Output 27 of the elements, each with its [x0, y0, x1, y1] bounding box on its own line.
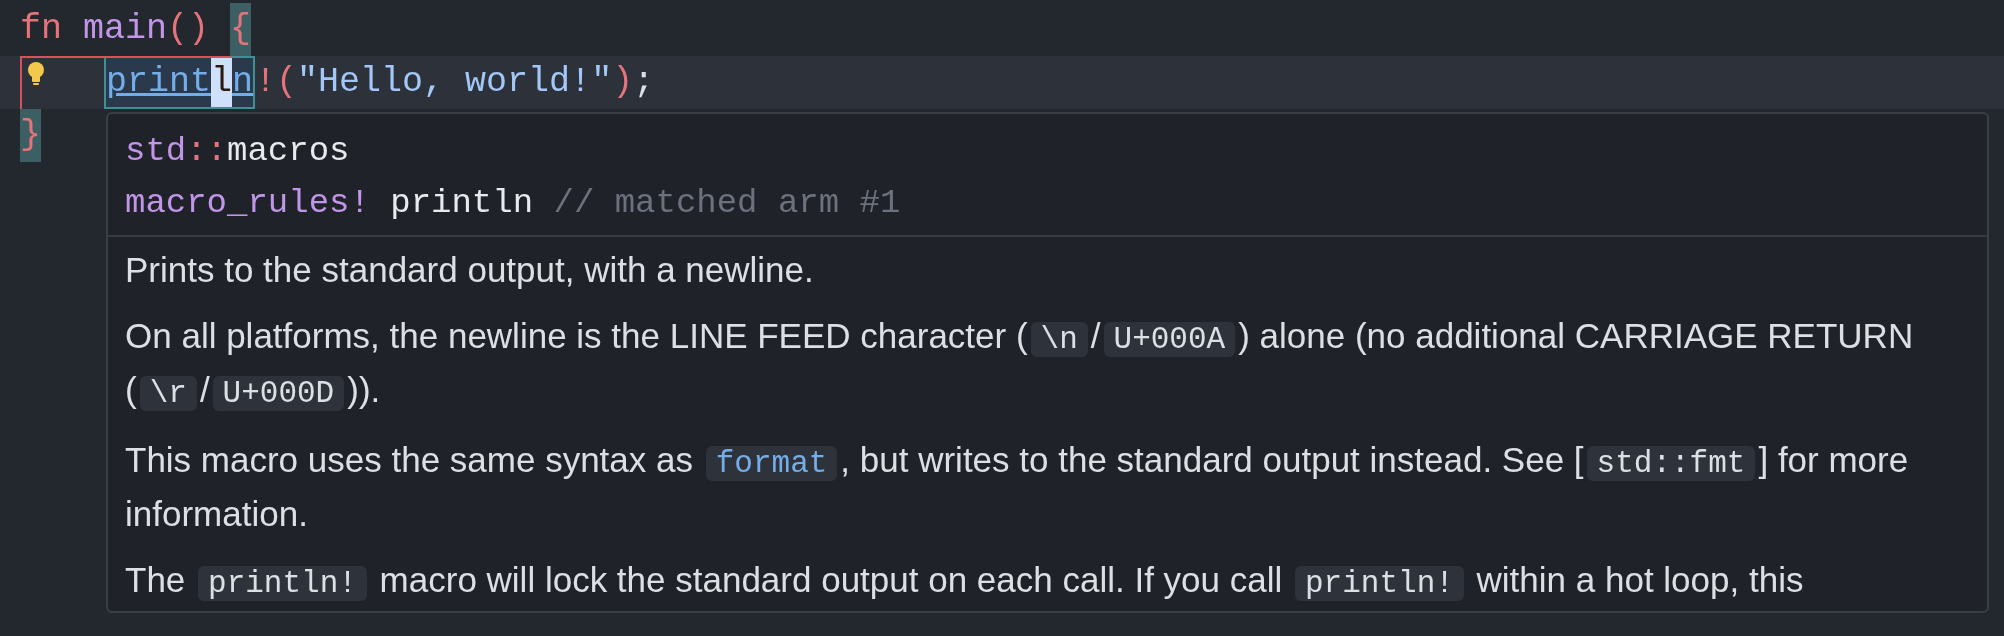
inline-code: println! — [198, 566, 367, 601]
inline-code: U+000D — [212, 376, 345, 411]
inline-code: println! — [1295, 566, 1464, 601]
code-token: "Hello, world!" — [297, 61, 613, 104]
doc-paragraph: This macro uses the same syntax as format , but writes to the standard output instead. See [ std::fmt ] for more information. — [125, 439, 1910, 535]
code-link[interactable]: format — [705, 446, 838, 481]
text-cursor: l — [211, 58, 233, 107]
doc-paragraph: The println! macro will lock the standard output on each call. If you call println! within a hot loop, this — [125, 559, 1805, 603]
doc-paragraph: On all platforms, the newline is the LINE FEED character ( \n / U+000A ) alone (no additional CARRIAGE RETURN ( \r / U+000D )). — [125, 315, 1915, 413]
code-token: n — [232, 61, 254, 104]
code-token: print — [106, 61, 212, 104]
code-token: ) — [612, 61, 634, 104]
signature-line: std::macros — [125, 131, 351, 172]
code-token: main — [83, 8, 168, 51]
matched-bracket: { — [230, 3, 252, 56]
code-token: fn — [20, 8, 63, 51]
signature-line: macro_rules! println // matched arm #1 — [125, 183, 902, 224]
doc-paragraph: Prints to the standard output, with a newline. — [125, 249, 815, 291]
inline-code: U+000A — [1103, 322, 1236, 357]
inline-code: \r — [139, 376, 197, 411]
code-token: ; — [633, 61, 655, 104]
code-token: () — [167, 8, 211, 51]
inline-code: \n — [1030, 322, 1088, 357]
matched-bracket: } — [20, 109, 41, 162]
inline-code: std::fmt — [1586, 446, 1756, 481]
lightbulb-icon[interactable] — [26, 62, 46, 86]
code-token: !( — [255, 61, 298, 104]
